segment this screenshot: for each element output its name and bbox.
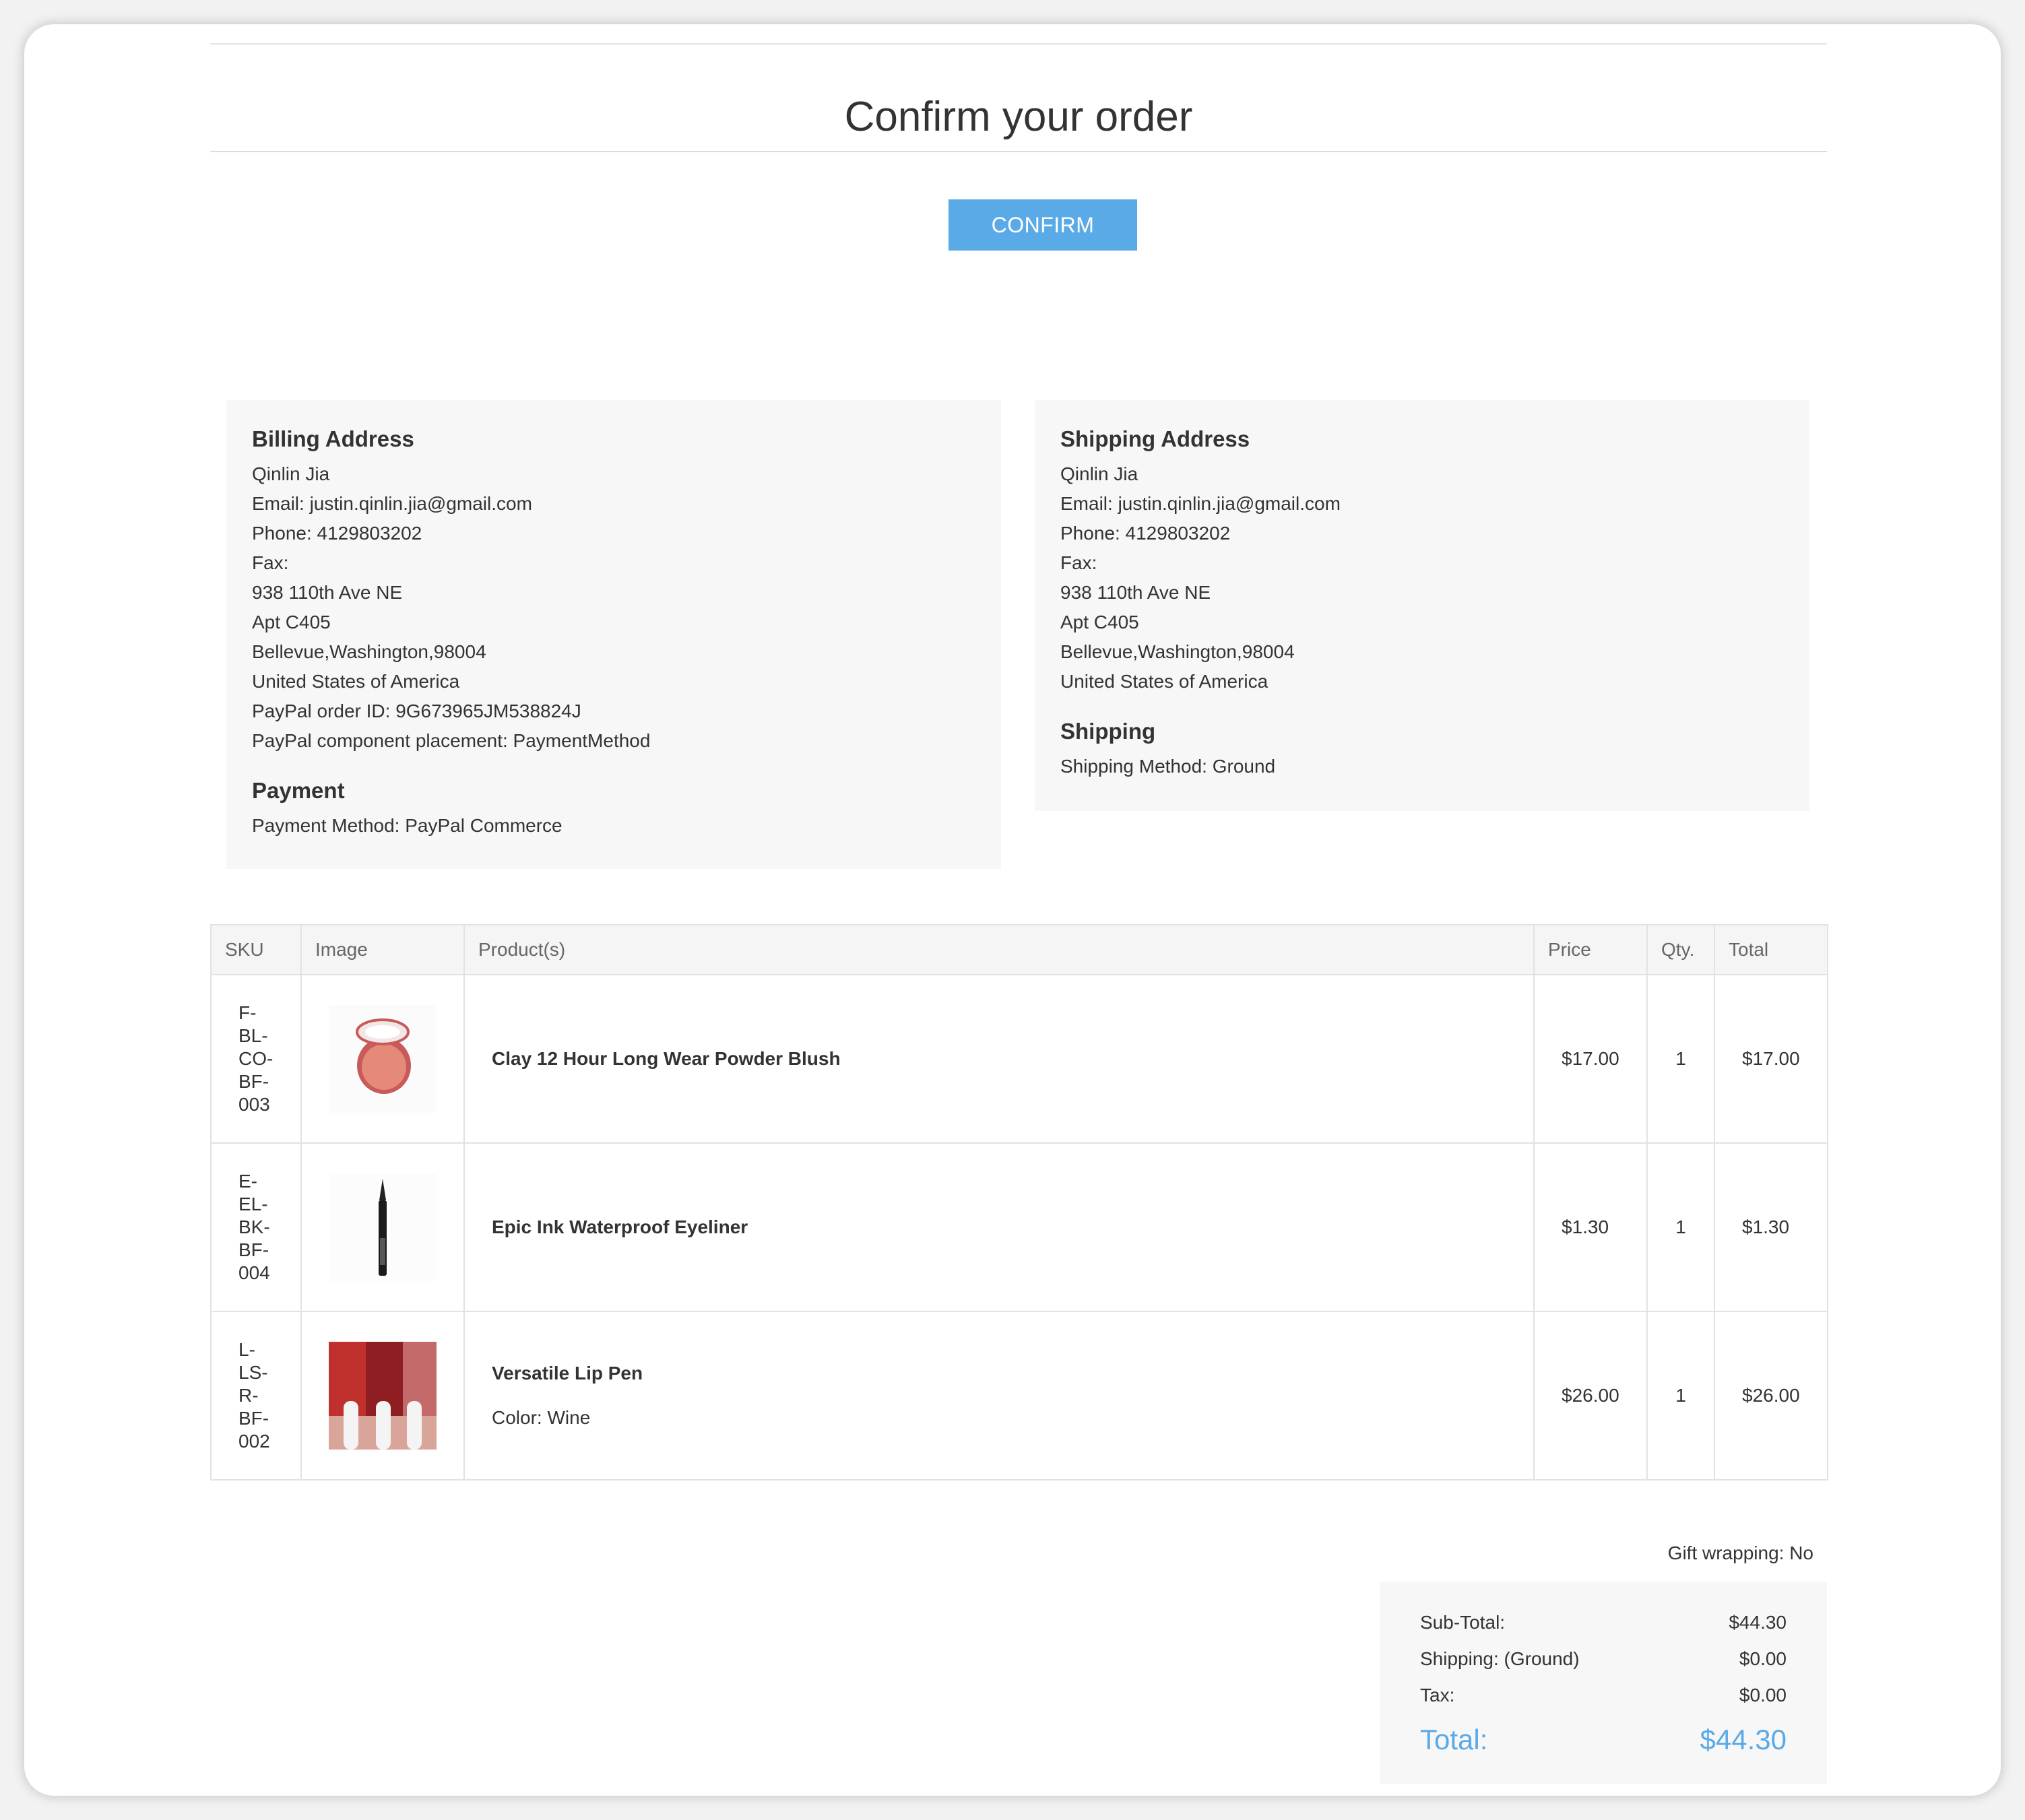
shipping-method: Shipping Method: Ground	[1060, 756, 1276, 777]
qty-cell: 1	[1646, 974, 1715, 1144]
sku-part: BF-	[238, 1408, 269, 1429]
column-header-total: Total	[1714, 924, 1828, 975]
total-cell: $26.00	[1714, 1311, 1828, 1481]
billing-line: Fax:	[252, 552, 289, 573]
eyeliner-image	[329, 1173, 437, 1281]
top-divider	[210, 43, 1827, 44]
table-header-row: SKU Image Product(s) Price Qty. Total	[210, 924, 1828, 975]
sku-cell: E- EL- BK- BF- 004	[210, 1142, 302, 1312]
shipping-label: Shipping: (Ground)	[1420, 1648, 1580, 1669]
billing-panel: Billing Address Qinlin Jia Email: justin…	[226, 400, 1001, 869]
sku-part: 004	[238, 1262, 270, 1283]
shipping-line: Fax:	[1060, 552, 1097, 573]
sku-part: R-	[238, 1385, 259, 1406]
product-option: Color: Wine	[492, 1407, 591, 1428]
billing-line: United States of America	[252, 671, 460, 692]
payment-heading: Payment	[252, 778, 345, 803]
product-name[interactable]: Versatile Lip Pen	[492, 1363, 1506, 1384]
sku-part: LS-	[238, 1362, 268, 1383]
page-title: Confirm your order	[844, 94, 1193, 140]
price-cell: $1.30	[1533, 1142, 1648, 1312]
sku-part: 003	[238, 1094, 270, 1115]
subtotal-value: $44.30	[1729, 1612, 1787, 1633]
sku-part: F-	[238, 1002, 257, 1023]
tax-value: $0.00	[1739, 1685, 1787, 1705]
sku-part: BK-	[238, 1216, 270, 1237]
total-cell: $1.30	[1714, 1142, 1828, 1312]
price-cell: $26.00	[1533, 1311, 1648, 1481]
product-name[interactable]: Clay 12 Hour Long Wear Powder Blush	[492, 1048, 1506, 1070]
blush-compact-image	[329, 1005, 437, 1113]
sku-part: L-	[238, 1339, 255, 1360]
sku-part: 002	[238, 1431, 270, 1452]
shipping-panel: Shipping Address Qinlin Jia Email: justi…	[1035, 400, 1809, 811]
grand-total-value: $44.30	[1700, 1724, 1787, 1755]
shipping-line: Email: justin.qinlin.jia@gmail.com	[1060, 493, 1341, 514]
table-row: E- EL- BK- BF- 004 Epic Ink Waterproof E…	[210, 1142, 1828, 1312]
shipping-row: Shipping: (Ground) $0.00	[1420, 1641, 1787, 1677]
title-divider	[210, 151, 1827, 152]
column-header-sku: SKU	[210, 924, 302, 975]
column-header-price: Price	[1533, 924, 1648, 975]
shipping-value: $0.00	[1739, 1648, 1787, 1669]
column-header-qty: Qty.	[1646, 924, 1715, 975]
shipping-line: Phone: 4129803202	[1060, 523, 1231, 544]
product-cell: Clay 12 Hour Long Wear Powder Blush	[463, 974, 1535, 1144]
billing-line: Email: justin.qinlin.jia@gmail.com	[252, 493, 532, 514]
sku-part: BL-	[238, 1025, 268, 1046]
sku-cell: L- LS- R- BF- 002	[210, 1311, 302, 1481]
product-name[interactable]: Epic Ink Waterproof Eyeliner	[492, 1216, 1506, 1238]
order-items-table: SKU Image Product(s) Price Qty. Total F-…	[210, 924, 1828, 1481]
product-cell: Versatile Lip Pen Color: Wine	[463, 1311, 1535, 1481]
lip-pens-image	[329, 1342, 437, 1450]
sku-part: BF-	[238, 1071, 269, 1092]
shipping-line: Qinlin Jia	[1060, 463, 1138, 484]
qty-cell: 1	[1646, 1142, 1715, 1312]
grand-total-label: Total:	[1420, 1724, 1488, 1755]
sku-part: E-	[238, 1171, 257, 1192]
subtotal-row: Sub-Total: $44.30	[1420, 1604, 1787, 1641]
confirm-button[interactable]: CONFIRM	[949, 199, 1137, 251]
billing-line: Qinlin Jia	[252, 463, 330, 484]
column-header-products: Product(s)	[463, 924, 1535, 975]
price-cell: $17.00	[1533, 974, 1648, 1144]
column-header-image: Image	[300, 924, 465, 975]
image-cell	[300, 1142, 465, 1312]
tax-row: Tax: $0.00	[1420, 1677, 1787, 1714]
payment-method: Payment Method: PayPal Commerce	[252, 815, 562, 836]
checkout-content: Confirm your order CONFIRM Billing Addre…	[210, 24, 1828, 1796]
table-row: L- LS- R- BF- 002 Versatile Lip Pen Colo…	[210, 1311, 1828, 1481]
shipping-method-heading: Shipping	[1060, 719, 1156, 744]
order-totals-panel: Sub-Total: $44.30 Shipping: (Ground) $0.…	[1380, 1582, 1827, 1784]
browser-window: Confirm your order CONFIRM Billing Addre…	[24, 24, 2001, 1796]
billing-line: Bellevue,Washington,98004	[252, 641, 486, 662]
billing-line: PayPal component placement: PaymentMetho…	[252, 730, 651, 751]
shipping-heading: Shipping Address	[1060, 426, 1250, 451]
billing-line: 938 110th Ave NE	[252, 582, 403, 603]
total-cell: $17.00	[1714, 974, 1828, 1144]
shipping-line: Bellevue,Washington,98004	[1060, 641, 1295, 662]
image-cell	[300, 1311, 465, 1481]
shipping-line: Apt C405	[1060, 612, 1139, 632]
sku-cell: F- BL- CO- BF- 003	[210, 974, 302, 1144]
grand-total-row: Total: $44.30	[1420, 1716, 1787, 1763]
sku-part: CO-	[238, 1048, 274, 1069]
product-cell: Epic Ink Waterproof Eyeliner	[463, 1142, 1535, 1312]
table-row: F- BL- CO- BF- 003 Clay 12 Hour Long Wea…	[210, 974, 1828, 1144]
billing-line: Apt C405	[252, 612, 331, 632]
subtotal-label: Sub-Total:	[1420, 1612, 1506, 1633]
qty-cell: 1	[1646, 1311, 1715, 1481]
sku-part: EL-	[238, 1194, 268, 1214]
image-cell	[300, 974, 465, 1144]
gift-wrapping-status: Gift wrapping: No	[1667, 1542, 1813, 1563]
billing-line: PayPal order ID: 9G673965JM538824J	[252, 701, 581, 721]
tax-label: Tax:	[1420, 1685, 1455, 1705]
sku-part: BF-	[238, 1239, 269, 1260]
billing-line: Phone: 4129803202	[252, 523, 422, 544]
billing-heading: Billing Address	[252, 426, 414, 451]
shipping-line: United States of America	[1060, 671, 1268, 692]
shipping-line: 938 110th Ave NE	[1060, 582, 1211, 603]
